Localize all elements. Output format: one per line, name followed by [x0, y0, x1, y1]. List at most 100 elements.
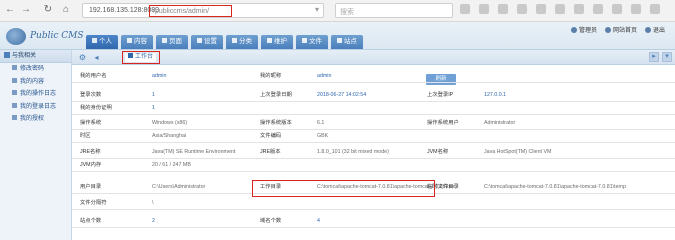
logout-icon: [644, 27, 651, 33]
info-value: 6.1: [317, 120, 325, 126]
info-value: 4: [317, 218, 320, 224]
info-label: JVM名称: [427, 149, 449, 155]
info-value: 1: [152, 105, 155, 111]
info-value: C:\Users\Administrator: [152, 184, 206, 190]
info-row: 站点个数 2 域名个数 4: [72, 216, 675, 228]
sidebar-item-password[interactable]: 修改密码: [0, 63, 71, 76]
folder-icon: [302, 38, 307, 43]
reload-icon[interactable]: ↻: [42, 4, 54, 16]
globe-icon: [604, 27, 611, 33]
info-value: \: [152, 200, 154, 206]
user-icon: [92, 38, 97, 43]
info-value: admin: [152, 73, 167, 79]
info-row: 我的用户名 admin 我的昵称 admin: [72, 71, 675, 83]
nav-tab-site[interactable]: 站点: [331, 35, 363, 49]
pocket-icon[interactable]: [612, 4, 622, 14]
home-icon[interactable]: ⌂: [60, 4, 72, 16]
logo-text: Public CMS: [30, 31, 84, 41]
sidebar: 与我相关 修改密码 我的内容 我的操作日志 我的登录日志 我的授权: [0, 50, 72, 240]
refresh-tab-icon[interactable]: ⚙: [78, 53, 87, 62]
info-label: 文件分隔符: [80, 200, 107, 206]
user-links: 管理员 网站首页 退出: [570, 25, 665, 34]
addon-icon[interactable]: [593, 4, 603, 14]
login-icon: [12, 102, 17, 108]
info-label: 登录次数: [80, 92, 102, 98]
sync-icon[interactable]: [555, 4, 565, 14]
info-row: JRE名称 Java(TM) SE Runtime Environment JRE版…: [72, 147, 675, 159]
logo-icon: [6, 28, 26, 45]
sidebar-item-operation-log[interactable]: 我的操作日志: [0, 88, 71, 101]
tab-prev-icon[interactable]: ◂: [92, 53, 101, 62]
nav-tab-maintenance[interactable]: 维护: [261, 35, 293, 49]
auth-icon: [12, 115, 17, 120]
log-icon: [12, 90, 17, 95]
app-header: Public CMS 管理员 网站首页 退出 个人 内容 页面 设置 分类 维护…: [0, 22, 675, 50]
info-label: 操作系统用户: [427, 120, 459, 126]
browser-search-input[interactable]: 搜索: [335, 3, 453, 18]
info-row: 时区 Asia/Shanghai 文件编码 GBK: [72, 131, 675, 143]
info-label: 我的用户名: [80, 73, 107, 79]
info-row: 操作系统 Windows (x86) 操作系统版本 6.1 操作系统用户 Administ…: [72, 118, 675, 130]
info-row: 我的身份证明 1: [72, 103, 675, 115]
url-path-highlight: /publiccms/admin/: [149, 5, 232, 17]
info-value: 2018-06-27 14:02:54: [317, 92, 367, 98]
home-page-icon[interactable]: [517, 4, 527, 14]
dropdown-icon[interactable]: ▾: [315, 5, 319, 14]
sidebar-item-my-content[interactable]: 我的内容: [0, 76, 71, 89]
nav-tab-page[interactable]: 页面: [156, 35, 188, 49]
screenshot-icon[interactable]: [631, 4, 641, 14]
forward-icon[interactable]: →: [20, 4, 32, 16]
library-icon[interactable]: [479, 4, 489, 14]
info-label: 操作系统版本: [260, 120, 292, 126]
info-value: Java(TM) SE Runtime Environment: [152, 149, 236, 155]
info-value: Windows (x86): [152, 120, 188, 126]
nav-tab-content[interactable]: 内容: [121, 35, 153, 49]
info-value: Asia/Shanghai: [152, 133, 187, 139]
nav-tab-settings[interactable]: 设置: [191, 35, 223, 49]
bookmark-icon[interactable]: [460, 4, 470, 14]
info-value: 1: [152, 92, 155, 98]
browser-toolbar: ← → ↻ ⌂ 192.168.135.128:8080 /publiccms/…: [0, 0, 675, 22]
nav-tab-file[interactable]: 文件: [296, 35, 328, 49]
info-label: 文件编码: [260, 133, 282, 139]
tab-workspace[interactable]: 工作台: [125, 53, 157, 62]
work-dir-highlight: [252, 180, 435, 197]
extension-icon[interactable]: [536, 4, 546, 14]
category-icon: [232, 38, 237, 43]
info-label: 站点个数: [80, 218, 102, 224]
settings-icon: [197, 38, 202, 43]
workspace-tabbar: ⚙ ◂ 工作台 ▸ ▾: [72, 50, 675, 65]
info-value: Administrator: [484, 120, 516, 126]
info-label: 操作系统: [80, 120, 102, 126]
sidebar-item-login-log[interactable]: 我的登录日志: [0, 101, 71, 114]
account-icon[interactable]: [574, 4, 584, 14]
download-icon[interactable]: [498, 4, 508, 14]
address-bar[interactable]: 192.168.135.128:8080 /publiccms/admin/ ▾: [82, 3, 324, 18]
info-row: 文件分隔符 \: [72, 198, 675, 210]
search-placeholder: 搜索: [340, 9, 354, 16]
user-icon: [570, 27, 577, 33]
workspace-content: 刷新 我的用户名 admin 我的昵称 admin 登录次数 1 上次登录日期 2018-06…: [72, 65, 675, 240]
tab-next-icon[interactable]: ▸: [649, 52, 659, 62]
back-icon[interactable]: ←: [4, 4, 16, 16]
nav-tab-category[interactable]: 分类: [226, 35, 258, 49]
sidebar-header[interactable]: 与我相关: [0, 50, 71, 63]
url-path: /publiccms/admin/: [153, 8, 210, 15]
info-row: JVM内存 20 / 61 / 247 MB: [72, 160, 675, 172]
info-value: C:\tomcat\apache-tomcat-7.0.81\apache-to…: [484, 184, 626, 190]
nav-tab-personal[interactable]: 个人: [86, 35, 118, 49]
sidebar-item-authorization[interactable]: 我的授权: [0, 113, 71, 126]
key-icon: [12, 65, 17, 70]
site-icon: [337, 38, 342, 43]
home-icon: [128, 53, 133, 58]
info-label: 我的身份证明: [80, 105, 112, 111]
page-icon: [162, 38, 167, 43]
user-link-logout[interactable]: 退出: [644, 25, 665, 34]
user-link-home[interactable]: 网站首页: [604, 25, 637, 34]
workspace-tab-highlight: 工作台: [122, 51, 160, 64]
tab-menu-icon[interactable]: ▾: [662, 52, 672, 62]
logo[interactable]: Public CMS: [6, 28, 84, 46]
info-label: 上次登录日期: [260, 92, 292, 98]
user-link-admin[interactable]: 管理员: [570, 25, 597, 34]
menu-icon[interactable]: [650, 4, 660, 14]
